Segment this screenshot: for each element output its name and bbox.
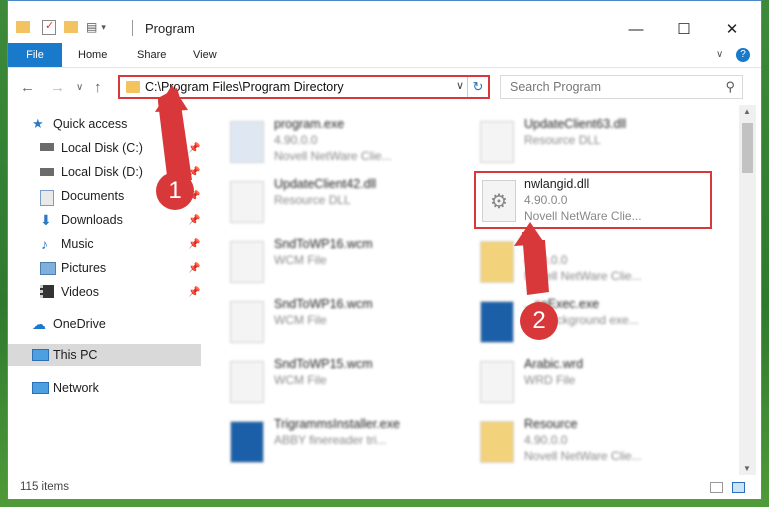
step-badge-1: 1 — [156, 172, 194, 210]
arrow-2-head — [514, 222, 545, 246]
annotation-arrows — [155, 85, 549, 295]
step-badge-2: 2 — [520, 302, 558, 340]
